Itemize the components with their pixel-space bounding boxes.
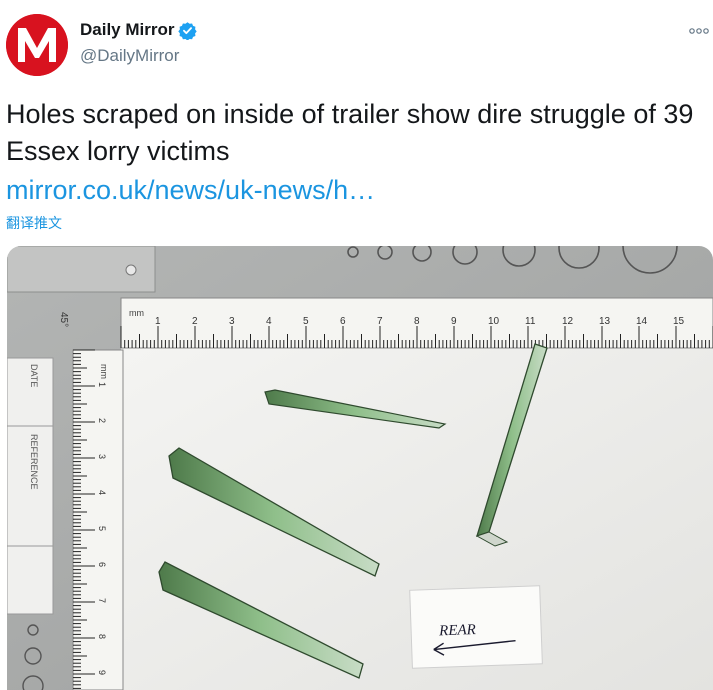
ruler-top-tick-label: 11 bbox=[525, 316, 536, 327]
ruler-top-unit: mm bbox=[129, 308, 144, 318]
photo-canvas: mm 1 2 3 4 5 6 7 8 9 10 11 12 13 14 15 mm 123456789 45… bbox=[7, 246, 713, 690]
ruler-left-tick-label: 2 bbox=[97, 418, 107, 423]
ruler-left: mm 1 2 3 4 5 6 7 8 9 bbox=[72, 349, 124, 690]
ruler-top-tick-label: 9 bbox=[451, 316, 457, 327]
angle-label: 45° bbox=[58, 312, 69, 327]
ruler-top-tick-label: 5 bbox=[303, 316, 309, 327]
ruler-top-tick-label: 13 bbox=[599, 316, 611, 327]
tweet-photo[interactable]: mm 1 2 3 4 5 6 7 8 9 10 11 12 13 14 15 mm 123456789 45… bbox=[7, 246, 713, 690]
ruler-top-tick-label: 12 bbox=[562, 316, 574, 327]
ruler-left-tick-label: 1 bbox=[97, 382, 107, 387]
ruler-top: mm 1 2 3 4 5 6 7 8 9 10 11 12 13 14 15 bbox=[120, 297, 713, 349]
verified-badge-icon bbox=[178, 21, 198, 41]
ruler-left-tick-label: 5 bbox=[97, 526, 107, 531]
ruler-top-tick-label: 7 bbox=[377, 316, 383, 327]
ruler-top-tick-label: 10 bbox=[488, 316, 500, 327]
ruler-left-tick-label: 9 bbox=[97, 670, 107, 675]
ruler-top-tick-label: 14 bbox=[636, 316, 648, 327]
ruler-left-tick-label: 7 bbox=[97, 598, 107, 603]
ruler-left-tick-label: 3 bbox=[97, 454, 107, 459]
ruler-top-tick-label: 1 bbox=[155, 316, 161, 327]
ruler-top-tick-label: 6 bbox=[340, 316, 346, 327]
account-name-row[interactable]: Daily Mirror bbox=[80, 20, 198, 41]
ruler-left-unit: mm bbox=[99, 364, 109, 379]
ruler-top-tick-label: 3 bbox=[229, 316, 235, 327]
ruler-top-tick-label: 8 bbox=[414, 316, 420, 327]
form-label-reference: REFERENCE bbox=[29, 434, 39, 490]
ruler-top-tick-label: 2 bbox=[192, 316, 198, 327]
tweet-link[interactable]: mirror.co.uk/news/uk-news/h… bbox=[6, 172, 375, 209]
ruler-top-tick-label: 4 bbox=[266, 316, 272, 327]
more-options-icon[interactable] bbox=[689, 22, 709, 38]
ruler-left-tick-label: 8 bbox=[97, 634, 107, 639]
ruler-top-tick-label: 15 bbox=[673, 316, 685, 327]
evidence-note: REAR bbox=[409, 585, 543, 669]
ruler-left-tick-label: 6 bbox=[97, 562, 107, 567]
screw bbox=[125, 264, 137, 276]
note-text: REAR bbox=[438, 622, 476, 639]
account-name[interactable]: Daily Mirror bbox=[80, 20, 174, 40]
tweet-text: Holes scraped on inside of trailer show … bbox=[6, 99, 694, 166]
translate-tweet-link[interactable]: 翻译推文 bbox=[6, 213, 62, 233]
avatar[interactable] bbox=[6, 14, 68, 76]
daily-mirror-logo bbox=[6, 14, 68, 76]
account-handle[interactable]: @DailyMirror bbox=[80, 46, 179, 66]
ruler-left-tick-label: 4 bbox=[97, 490, 107, 495]
form-label-date: DATE bbox=[29, 364, 39, 387]
